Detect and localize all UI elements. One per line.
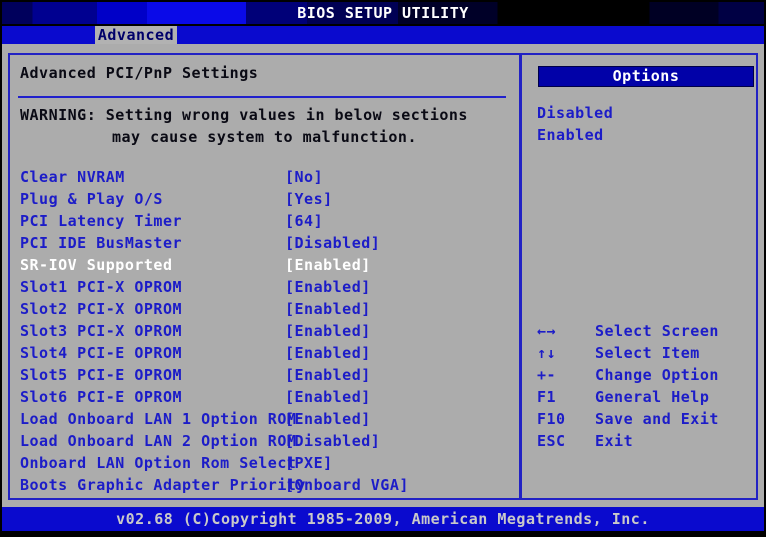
- legend-action: Exit: [595, 430, 633, 452]
- setting-row-lan-option-rom-select[interactable]: Onboard LAN Option Rom Select [PXE]: [2, 452, 518, 474]
- setting-label: Clear NVRAM: [20, 166, 125, 188]
- setting-label: Slot1 PCI-X OPROM: [20, 276, 182, 298]
- option-disabled[interactable]: Disabled: [537, 102, 613, 124]
- legend-action: Select Screen: [595, 320, 719, 342]
- setting-value[interactable]: [Onboard VGA]: [285, 474, 409, 496]
- f1-key: F1: [537, 386, 556, 408]
- setting-row-sr-iov-supported-selected[interactable]: SR-IOV Supported [Enabled]: [2, 254, 518, 276]
- setting-value[interactable]: [No]: [285, 166, 323, 188]
- f10-key: F10: [537, 408, 566, 430]
- warning-line-1: WARNING: Setting wrong values in below s…: [20, 106, 468, 124]
- setting-value[interactable]: [Enabled]: [285, 364, 371, 386]
- tab-advanced[interactable]: Advanced: [95, 26, 177, 44]
- footer-bar: v02.68 (C)Copyright 1985-2009, American …: [2, 507, 764, 531]
- legend-save-and-exit: F10 Save and Exit: [2, 408, 242, 430]
- setting-value[interactable]: [Enabled]: [285, 386, 371, 408]
- setting-row-slot1-pcix-oprom[interactable]: Slot1 PCI-X OPROM [Enabled]: [2, 276, 518, 298]
- legend-exit: ESC Exit: [2, 430, 242, 452]
- setting-label: PCI IDE BusMaster: [20, 232, 182, 254]
- setting-value[interactable]: [Disabled]: [285, 430, 380, 452]
- bios-setup-screen: BIOS SETUP UTILITY Advanced Advanced PCI…: [0, 0, 766, 537]
- setting-value[interactable]: [Enabled]: [285, 408, 371, 430]
- setting-label: PCI Latency Timer: [20, 210, 182, 232]
- setting-label: Plug & Play O/S: [20, 188, 163, 210]
- arrow-up-down-icon: ↑↓: [537, 342, 556, 364]
- page-title: Advanced PCI/PnP Settings: [20, 64, 258, 82]
- main-area: Advanced PCI/PnP Settings WARNING: Setti…: [2, 44, 764, 507]
- legend-select-screen: ←→ Select Screen: [2, 320, 242, 342]
- esc-key: ESC: [537, 430, 566, 452]
- setting-label: Onboard LAN Option Rom Select: [20, 452, 296, 474]
- window-title: BIOS SETUP UTILITY: [297, 4, 469, 22]
- setting-row-pci-ide-busmaster[interactable]: PCI IDE BusMaster [Disabled]: [2, 232, 518, 254]
- options-header: Options: [538, 66, 754, 87]
- option-enabled[interactable]: Enabled: [537, 124, 604, 146]
- copyright-text: v02.68 (C)Copyright 1985-2009, American …: [116, 510, 650, 528]
- setting-row-slot2-pcix-oprom[interactable]: Slot2 PCI-X OPROM [Enabled]: [2, 298, 518, 320]
- setting-value[interactable]: [Enabled]: [285, 320, 371, 342]
- setting-value[interactable]: [Yes]: [285, 188, 333, 210]
- heading-separator: [18, 96, 506, 98]
- legend-change-option: +- Change Option: [2, 364, 242, 386]
- setting-value[interactable]: [Enabled]: [285, 254, 371, 276]
- setting-row-boots-graphic-adapter[interactable]: Boots Graphic Adapter Priority [Onboard …: [2, 474, 518, 496]
- warning-line-2: may cause system to malfunction.: [112, 128, 417, 146]
- legend-action: Select Item: [595, 342, 700, 364]
- legend-general-help: F1 General Help: [2, 386, 242, 408]
- legend-action: Save and Exit: [595, 408, 719, 430]
- legend-select-item: ↑↓ Select Item: [2, 342, 242, 364]
- legend-action: Change Option: [595, 364, 719, 386]
- setting-value[interactable]: [PXE]: [285, 452, 333, 474]
- plus-minus-key: +-: [537, 364, 556, 386]
- setting-value[interactable]: [Enabled]: [285, 298, 371, 320]
- setting-value[interactable]: [64]: [285, 210, 323, 232]
- setting-row-pci-latency-timer[interactable]: PCI Latency Timer [64]: [2, 210, 518, 232]
- setting-label: Slot2 PCI-X OPROM: [20, 298, 182, 320]
- legend-action: General Help: [595, 386, 709, 408]
- menu-bar: Advanced: [2, 26, 764, 44]
- setting-value[interactable]: [Enabled]: [285, 276, 371, 298]
- setting-label: SR-IOV Supported: [20, 254, 173, 276]
- title-bar: BIOS SETUP UTILITY: [2, 2, 764, 24]
- setting-row-clear-nvram[interactable]: Clear NVRAM [No]: [2, 166, 518, 188]
- arrow-left-right-icon: ←→: [537, 320, 556, 342]
- panel-divider: [519, 53, 522, 500]
- setting-value[interactable]: [Disabled]: [285, 232, 380, 254]
- setting-row-plug-play-os[interactable]: Plug & Play O/S [Yes]: [2, 188, 518, 210]
- setting-value[interactable]: [Enabled]: [285, 342, 371, 364]
- setting-label: Boots Graphic Adapter Priority: [20, 474, 306, 496]
